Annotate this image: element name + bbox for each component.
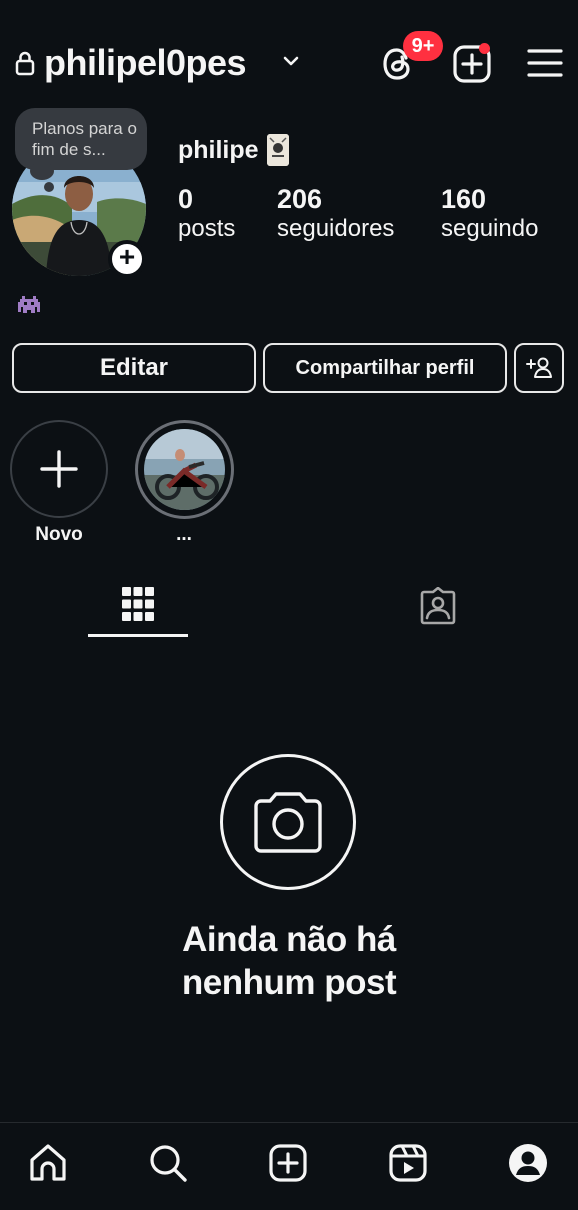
- note-bubble[interactable]: Planos para o fim de s...: [15, 108, 147, 170]
- top-bar: philipel0pes 9+: [0, 30, 578, 96]
- highlight-story[interactable]: [135, 420, 234, 519]
- stat-value: 160: [441, 184, 487, 214]
- stat-posts[interactable]: 0 posts: [178, 184, 235, 244]
- note-bubble-tail-small: [44, 182, 54, 192]
- home-icon[interactable]: [26, 1141, 70, 1185]
- highlight-label: ...: [176, 524, 192, 545]
- tagged-photos-icon[interactable]: [419, 587, 457, 625]
- empty-state-title: Ainda não há nenhum post: [181, 920, 397, 1002]
- add-person-icon: [526, 357, 552, 378]
- menu-icon[interactable]: [526, 46, 564, 80]
- create-icon[interactable]: [266, 1141, 310, 1185]
- chevron-down-icon[interactable]: [282, 52, 300, 70]
- stat-followers[interactable]: 206 seguidores: [277, 184, 394, 244]
- space-invader-icon: [18, 296, 40, 313]
- stat-label: seguidores: [277, 215, 395, 242]
- grid-icon[interactable]: [122, 586, 154, 622]
- stat-label: posts: [178, 215, 236, 242]
- plus-icon: [40, 450, 78, 488]
- share-profile-button[interactable]: Compartilhar perfil: [263, 343, 507, 393]
- stat-label: seguindo: [441, 215, 539, 242]
- reels-icon[interactable]: [386, 1141, 430, 1185]
- stat-value: 0: [178, 184, 194, 214]
- discover-people-button[interactable]: [514, 343, 564, 393]
- bottom-navigation: [0, 1122, 578, 1210]
- profile-icon[interactable]: [506, 1141, 550, 1185]
- account-username[interactable]: philipel0pes: [44, 42, 247, 84]
- add-story-button[interactable]: +: [108, 240, 146, 278]
- note-bubble-tail: [30, 162, 54, 180]
- highlight-label: Novo: [35, 524, 83, 545]
- lock-icon: [15, 51, 35, 76]
- notification-badge: 9+: [403, 31, 443, 61]
- search-icon[interactable]: [146, 1141, 190, 1185]
- stat-following[interactable]: 160 seguindo: [441, 184, 538, 244]
- new-activity-dot: [479, 43, 490, 54]
- joker-card-emoji: [267, 134, 289, 166]
- stat-value: 206: [277, 184, 323, 214]
- display-name: philipe: [178, 136, 259, 164]
- edit-profile-button[interactable]: Editar: [12, 343, 256, 393]
- active-tab-indicator: [88, 634, 188, 637]
- camera-icon: [254, 792, 322, 853]
- highlight-cover-photo: [144, 429, 225, 510]
